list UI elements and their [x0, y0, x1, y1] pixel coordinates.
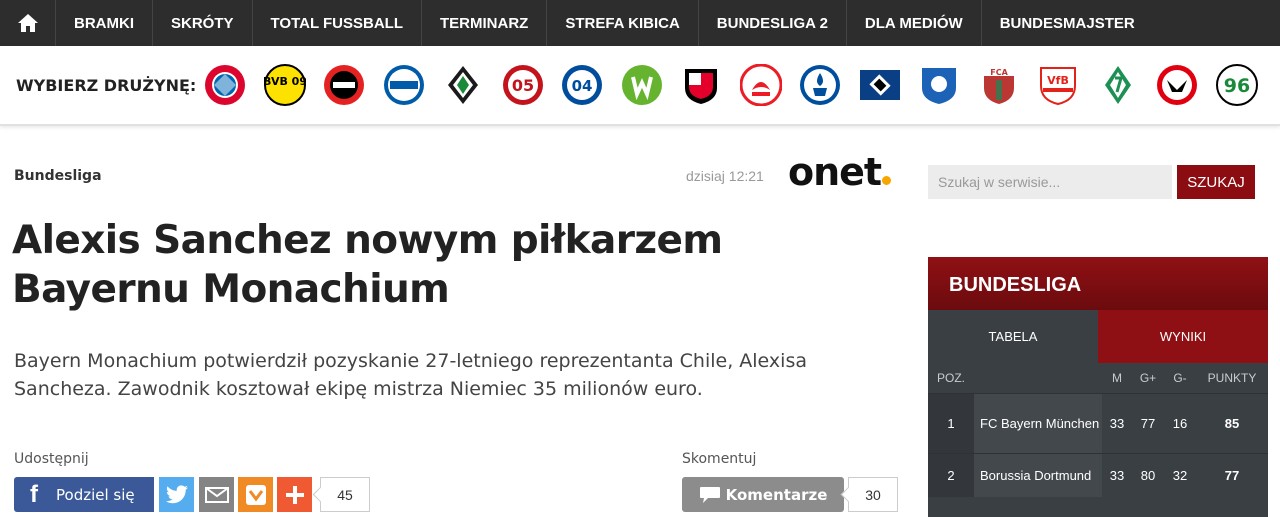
frankfurt-logo[interactable]: [1156, 64, 1198, 106]
more-share-button[interactable]: [277, 477, 312, 512]
tab-tabela[interactable]: TABELA: [928, 310, 1098, 363]
row-position: 1: [928, 394, 974, 453]
nav-item-bundesmajster[interactable]: BUNDESMAJSTER: [982, 0, 1153, 46]
twitter-share-button[interactable]: [159, 477, 194, 512]
row-goals-for: 77: [1140, 416, 1156, 431]
comment-label: Skomentuj: [682, 451, 757, 467]
nav-item-strefa-kibica[interactable]: STREFA KIBICA: [547, 0, 699, 46]
nav-item-bramki[interactable]: BRAMKI: [56, 0, 153, 46]
facebook-icon: f: [30, 480, 38, 508]
row-matches: 33: [1109, 416, 1125, 431]
headline-line-2: Bayernu Monachium: [12, 267, 450, 312]
row-team: FC Bayern München: [974, 394, 1102, 453]
hannover-logo[interactable]: 96: [1215, 64, 1258, 106]
svg-text:FCA: FCA: [990, 68, 1008, 77]
article-category[interactable]: Bundesliga: [14, 168, 102, 184]
col-poz: POZ.: [936, 371, 965, 385]
col-points: PUNKTY: [1207, 371, 1257, 385]
mainz-logo[interactable]: 05: [502, 64, 544, 106]
wykop-icon: [245, 484, 266, 505]
home-button[interactable]: [0, 0, 56, 46]
search-input[interactable]: [928, 165, 1172, 199]
svg-text:BVB 09: BVB 09: [264, 75, 306, 88]
email-share-button[interactable]: [199, 477, 234, 512]
search-button[interactable]: SZUKAJ: [1177, 165, 1255, 199]
hamburg-logo[interactable]: [859, 64, 901, 106]
table-row[interactable]: 2 Borussia Dortmund 33 80 32 77: [928, 453, 1268, 497]
col-goals-for: G+: [1139, 371, 1157, 385]
svg-text:04: 04: [572, 77, 593, 95]
article-headline: Alexis Sanchez nowym piłkarzem Bayernu M…: [12, 216, 832, 314]
comments-count: 30: [848, 477, 898, 512]
row-team: Borussia Dortmund: [974, 454, 1102, 497]
dortmund-logo[interactable]: BVB 09: [263, 64, 306, 106]
source-logo-dot: [882, 176, 892, 185]
widget-tabs: TABELA WYNIKI: [928, 310, 1268, 363]
row-points: 85: [1224, 416, 1240, 431]
headline-line-1: Alexis Sanchez nowym piłkarzem: [12, 218, 723, 263]
svg-text:05: 05: [511, 76, 533, 95]
wykop-share-button[interactable]: [238, 477, 273, 512]
share-label: Udostępnij: [14, 451, 89, 467]
table-header: POZ. M G+ G- PUNKTY: [928, 363, 1268, 393]
row-goals-against: 16: [1172, 416, 1188, 431]
stuttgart-logo[interactable]: VfB: [1037, 64, 1079, 106]
comments-button[interactable]: Komentarze: [682, 477, 844, 512]
wolfsburg-logo[interactable]: [621, 64, 663, 106]
row-points: 77: [1224, 468, 1240, 483]
col-m: M: [1112, 371, 1122, 385]
ingolstadt-logo[interactable]: [680, 64, 722, 106]
hertha-logo[interactable]: [383, 64, 425, 106]
bremen-logo[interactable]: [1097, 64, 1139, 106]
nav-item-bundesliga-2[interactable]: BUNDESLIGA 2: [699, 0, 847, 46]
nav-item-total-fussball[interactable]: TOTAL FUSSBALL: [253, 0, 423, 46]
share-count: 45: [320, 477, 370, 512]
svg-text:VfB: VfB: [1047, 74, 1069, 87]
nav-item-dla-mediow[interactable]: DLA MEDIÓW: [847, 0, 982, 46]
speech-bubble-icon: [699, 486, 720, 503]
hoffenheim-logo[interactable]: [918, 64, 960, 106]
schalke-logo[interactable]: 04: [561, 64, 603, 106]
article-timestamp: dzisiaj 12:21: [686, 168, 764, 184]
plus-icon: [285, 485, 304, 504]
twitter-icon: [165, 484, 188, 503]
tab-wyniki[interactable]: WYNIKI: [1098, 310, 1268, 363]
row-goals-against: 32: [1172, 468, 1188, 483]
top-navigation: BRAMKI SKRÓTY TOTAL FUSSBALL TERMINARZ S…: [0, 0, 1280, 46]
article-lead: Bayern Monachium potwierdził pozyskanie …: [14, 350, 807, 400]
team-selector-label: WYBIERZ DRUŻYNĘ:: [16, 75, 197, 95]
facebook-share-label: Podziel się: [56, 485, 135, 504]
team-selector-bar: WYBIERZ DRUŻYNĘ: BVB 09 05 04 FCA VfB 96: [0, 46, 1280, 126]
leverkusen-logo[interactable]: [323, 64, 365, 106]
comments-button-label: Komentarze: [725, 485, 828, 504]
row-position: 2: [928, 454, 974, 497]
svg-text:96: 96: [1223, 75, 1249, 97]
row-matches: 33: [1109, 468, 1125, 483]
source-logo[interactable]: onet: [788, 150, 892, 194]
bundesliga-widget: BUNDESLIGA TABELA WYNIKI POZ. M G+ G- PU…: [928, 257, 1268, 517]
col-goals-against: G-: [1173, 371, 1187, 385]
home-icon: [17, 14, 38, 32]
table-row[interactable]: 1 FC Bayern München 33 77 16 85: [928, 393, 1268, 453]
envelope-icon: [204, 486, 229, 503]
source-logo-text: onet: [788, 150, 882, 194]
nav-item-skroty[interactable]: SKRÓTY: [153, 0, 253, 46]
facebook-share-button[interactable]: f Podziel się: [14, 477, 154, 512]
bayern-logo[interactable]: [204, 64, 246, 106]
gladbach-logo[interactable]: [442, 64, 484, 106]
row-goals-for: 80: [1140, 468, 1156, 483]
widget-title: BUNDESLIGA: [928, 257, 1268, 310]
augsburg-logo[interactable]: FCA: [978, 64, 1020, 106]
nav-item-terminarz[interactable]: TERMINARZ: [422, 0, 548, 46]
koln-logo[interactable]: [739, 64, 782, 106]
darmstadt-logo[interactable]: [799, 64, 841, 106]
